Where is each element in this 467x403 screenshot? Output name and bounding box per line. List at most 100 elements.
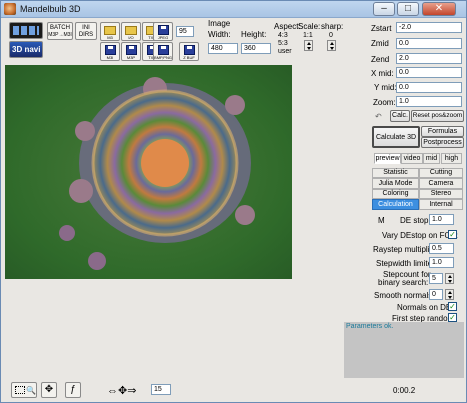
fractal-render-view[interactable] xyxy=(5,65,292,279)
save-m3p-button[interactable]: M3P xyxy=(121,42,141,61)
open-io-button[interactable]: I/O xyxy=(121,22,141,41)
de-stop-input[interactable]: 1.0 xyxy=(429,214,454,225)
zend-input[interactable]: 2.0 xyxy=(396,53,462,64)
aspect-value[interactable]: 4:3 xyxy=(278,32,288,39)
tab-cutting[interactable]: Cutting xyxy=(419,168,463,178)
bottom-bar: 🔍 ✥ ƒ ⇔✥⇒ 15 0:00.2 xyxy=(1,380,466,402)
open-m3i-button[interactable]: M3 xyxy=(100,22,120,41)
de-stop-label: DE stop: xyxy=(400,216,431,225)
normals-on-de-label: Normals on DE: xyxy=(397,303,454,312)
stepcount-input[interactable]: 5 xyxy=(429,273,443,284)
undo-icon[interactable]: ↶ xyxy=(375,112,382,121)
tab-internal[interactable]: Internal xyxy=(419,199,463,210)
sharp-value: 0 xyxy=(329,32,333,39)
first-step-random-checkbox[interactable]: ✓ xyxy=(448,313,457,322)
scale-spinner[interactable] xyxy=(304,40,313,51)
status-message: Parameters ok. xyxy=(346,323,394,330)
ymid-label: Y mid: xyxy=(374,83,397,92)
vary-destop-checkbox[interactable]: ✓ xyxy=(448,230,457,239)
stepcount-spinner[interactable] xyxy=(445,273,454,284)
3d-navi-label: 3D navi xyxy=(12,45,41,54)
smooth-normals-input[interactable]: 0 xyxy=(429,289,443,300)
maximize-button[interactable]: □ xyxy=(397,2,419,16)
disk-icon xyxy=(105,45,116,55)
aspect-label: Aspect: xyxy=(274,22,301,31)
folder-icon xyxy=(125,26,137,35)
m-label[interactable]: M xyxy=(378,216,385,225)
ini-dirs-button[interactable]: INI DIRS xyxy=(75,22,97,40)
height-input[interactable]: 360 xyxy=(241,43,271,54)
3d-navi-button[interactable]: 3D navi xyxy=(9,41,43,58)
aspect-value-2[interactable]: 5:3 xyxy=(278,40,288,47)
tab-stereo[interactable]: Stereo xyxy=(419,189,463,199)
save-m3p-label: M3P xyxy=(126,55,136,60)
calc-button[interactable]: Calc. xyxy=(390,110,410,122)
normals-on-de-checkbox[interactable]: ✓ xyxy=(448,302,457,311)
batch-sub-label: M3P→M3I xyxy=(48,32,72,38)
raystep-input[interactable]: 0.5 xyxy=(429,243,454,254)
tab-camera[interactable]: Camera xyxy=(419,178,463,189)
stepwidth-input[interactable]: 1.0 xyxy=(429,257,454,268)
tab-mid[interactable]: mid xyxy=(423,153,440,164)
window-title: Mandelbulb 3D xyxy=(20,4,81,14)
disk-icon xyxy=(158,25,169,35)
bmp-png-label: BMP,PNG xyxy=(154,55,172,60)
zstart-label: Zstart xyxy=(371,24,392,33)
tab-julia-mode[interactable]: Julia Mode xyxy=(372,178,419,189)
tab-preview[interactable]: preview xyxy=(374,153,401,164)
zmid-label: Zmid xyxy=(371,39,389,48)
disk-icon xyxy=(184,45,195,55)
zmid-input[interactable]: 0.0 xyxy=(396,38,462,49)
save-jpeg-button[interactable]: JPEG xyxy=(153,22,173,41)
tab-high[interactable]: high xyxy=(441,153,462,164)
status-box: Parameters ok. xyxy=(344,322,464,378)
batch-button[interactable]: BATCH M3P→M3I xyxy=(47,22,73,40)
move-icon[interactable]: ✥ xyxy=(41,382,57,398)
postprocess-button[interactable]: Postprocess xyxy=(421,137,464,148)
zstart-input[interactable]: -2.0 xyxy=(396,22,462,33)
sharp-label: sharp: xyxy=(321,22,344,31)
title-bar[interactable]: Mandelbulb 3D – □ ✕ xyxy=(1,1,466,18)
tab-calculation[interactable]: Calculation xyxy=(372,199,419,210)
tab-coloring[interactable]: Coloring xyxy=(372,189,419,199)
zbuf-label: Z BUF xyxy=(183,55,195,60)
aspect-user[interactable]: user xyxy=(278,48,292,55)
width-label: Width: xyxy=(208,30,231,39)
zoom-select-icon[interactable]: 🔍 xyxy=(11,382,37,398)
nav-step-input[interactable]: 15 xyxy=(151,384,171,395)
save-bmp-png-button[interactable]: BMP,PNG xyxy=(153,42,173,61)
folder-icon xyxy=(104,26,116,35)
minimize-button[interactable]: – xyxy=(373,2,395,16)
ymid-input[interactable]: 0.0 xyxy=(396,82,462,93)
tab-video[interactable]: video xyxy=(401,153,423,164)
calculate-3d-button[interactable]: Calculate 3D xyxy=(372,126,420,148)
vary-destop-label: Vary DEstop on FOV: xyxy=(382,231,459,240)
jpeg-quality-input[interactable]: 95 xyxy=(176,26,194,37)
reset-pos-zoom-button[interactable]: Reset pos&zoom xyxy=(411,110,464,122)
disk-icon xyxy=(126,45,137,55)
animation-icon[interactable] xyxy=(9,22,43,39)
smooth-normals-spinner[interactable] xyxy=(445,289,454,300)
navigation-arrows-icon[interactable]: ⇔✥⇒ xyxy=(107,384,136,397)
zoom-label: Zoom: xyxy=(373,98,396,107)
formulas-button[interactable]: Formulas xyxy=(421,126,464,137)
zoom-input[interactable]: 1.0 xyxy=(396,96,462,107)
zend-label: Zend xyxy=(371,55,390,64)
width-input[interactable]: 480 xyxy=(208,43,238,54)
save-m3i-label: M3I xyxy=(106,55,114,60)
height-label: Height: xyxy=(241,30,267,39)
render-time: 0:00.2 xyxy=(393,386,416,395)
close-button[interactable]: ✕ xyxy=(422,2,456,16)
xmid-input[interactable]: 0.0 xyxy=(396,67,462,78)
ini-sub-label: DIRS xyxy=(78,32,94,38)
curve-icon[interactable]: ƒ xyxy=(65,382,81,398)
sharp-spinner[interactable] xyxy=(327,40,336,51)
save-zbuf-button[interactable]: Z BUF xyxy=(179,42,199,61)
stepwidth-label: Stepwidth limiter: xyxy=(376,259,437,268)
save-m3i-button[interactable]: M3I xyxy=(100,42,120,61)
stepcount-label-2: binary search: xyxy=(378,278,429,287)
tab-statistic[interactable]: Statistic xyxy=(372,168,419,178)
open-io-label: I/O xyxy=(128,35,134,40)
smooth-normals-label: Smooth normals: xyxy=(374,291,435,300)
open-m3i-label: M3 xyxy=(107,35,113,40)
